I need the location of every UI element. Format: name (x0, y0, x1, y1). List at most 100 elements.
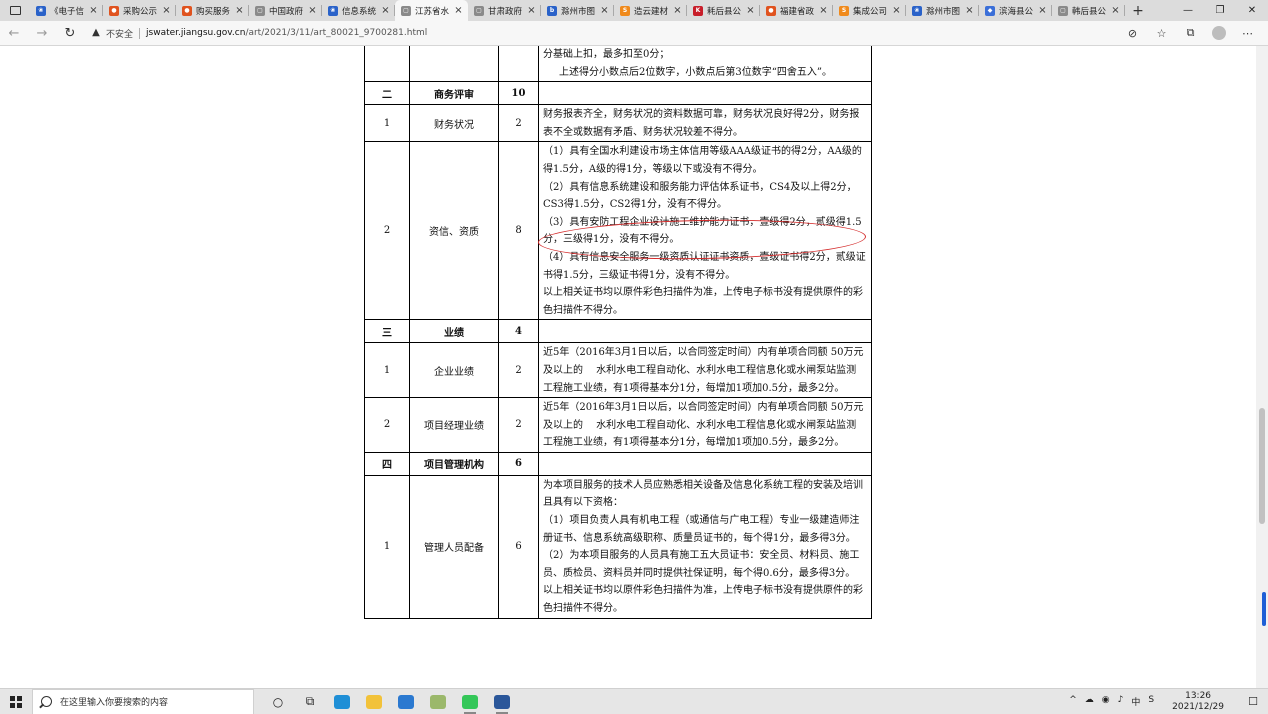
tab-close-icon[interactable]: × (1037, 5, 1048, 16)
favorites-star-icon[interactable]: ☆ (1147, 27, 1176, 40)
tab-close-icon[interactable]: × (818, 5, 829, 16)
browser-tab[interactable]: ● 采购公示 × (103, 0, 176, 21)
security-label[interactable]: 不安全 (106, 27, 133, 40)
tab-close-icon[interactable]: × (672, 5, 683, 16)
tab-close-icon[interactable]: × (745, 5, 756, 16)
back-button[interactable]: ← (0, 26, 28, 41)
tab-close-icon[interactable]: × (599, 5, 610, 16)
tray-icon[interactable]: 中 (1127, 695, 1144, 708)
tray-icon[interactable]: ^ (1065, 695, 1081, 708)
browser-tab[interactable]: ❀ 滁州市图 × (906, 0, 979, 21)
browser-tab[interactable]: ▢ 中国政府 × (249, 0, 322, 21)
description-line: （4）具有信息安全服务一级资质认证证书资质，壹级证书得2分，贰级证书得1.5分，… (543, 251, 866, 281)
row-number: 2 (364, 397, 410, 453)
tab-favicon-icon: ❀ (36, 5, 46, 16)
file-explorer-icon[interactable] (358, 689, 390, 714)
browser-tab[interactable]: ▢ 甘肃政府 × (468, 0, 541, 21)
browser-tab[interactable]: K 耗后县公 × (687, 0, 760, 21)
browser-tab[interactable]: ❀ 信息系统 × (322, 0, 395, 21)
tab-close-icon[interactable]: × (891, 5, 902, 16)
notification-center-icon[interactable]: ☐ (1238, 695, 1268, 708)
tab-favicon-icon: ❀ (912, 5, 922, 16)
word-icon[interactable] (486, 689, 518, 714)
description-line: （1）具有全国水利建设市场主体信用等级AAA级证书的得2分，AA级的得1.5分，… (543, 146, 862, 175)
scrollbar-thumb[interactable] (1259, 408, 1265, 524)
browser-tab[interactable]: b 滁州市图 × (541, 0, 614, 21)
paint-icon-glyph (430, 694, 446, 709)
row-item: 财务状况 (409, 104, 499, 143)
section-header-row: 三业绩 4 (364, 319, 872, 344)
minimize-button[interactable]: — (1172, 0, 1204, 21)
browser-tab[interactable]: ● 购买服务 × (176, 0, 249, 21)
description-line: （2）为本项目服务的人员具有施工五大员证书：安全员、材料员、施工员、质检员、资料… (543, 550, 860, 579)
wechat-icon[interactable] (454, 689, 486, 714)
row-item: 项目经理业绩 (409, 397, 499, 453)
row-number: 1 (364, 342, 410, 399)
mail-icon[interactable] (390, 689, 422, 714)
tab-title: 中国政府 (269, 6, 304, 17)
paint-icon[interactable] (422, 689, 454, 714)
criteria-description: 近5年（2016年3月1日以后，以合同签定时间）内有单项合同额 50万元 及以上… (538, 397, 872, 453)
criteria-description: 分基础上扣，最多扣至0分； 上述得分小数点后2位数字，小数点后第3位数字“四舍五入… (538, 46, 872, 83)
description-line: 以上相关证书均以原件彩色扫描件为准，上传电子标书没有提供原件的彩色扫描件不得分。 (543, 287, 863, 316)
tab-close-icon[interactable]: × (234, 5, 245, 16)
clock-date: 2021/12/29 (1172, 701, 1224, 712)
tab-title: 甘肃政府 (488, 6, 523, 17)
description-line: （2）具有信息系统建设和服务能力评估体系证书，CS4及以上得2分，CS3得1.5… (543, 181, 857, 211)
start-button[interactable] (0, 689, 32, 714)
tab-close-icon[interactable]: × (1110, 5, 1121, 16)
taskbar-search-box[interactable]: 在这里输入你要搜索的内容 (32, 688, 254, 714)
cortana-icon[interactable]: ○ (262, 689, 294, 714)
tab-title: 福建省政 (780, 6, 815, 17)
tab-close-icon[interactable]: × (161, 5, 172, 16)
section-title: 商务评审 (409, 81, 499, 106)
task-view-icon[interactable]: ⧉ (294, 689, 326, 714)
tab-close-icon[interactable]: × (380, 5, 391, 16)
tray-icon[interactable]: ♪ (1114, 695, 1128, 708)
row-number: 1 (364, 104, 410, 143)
tab-title: 集成公司 (853, 6, 888, 17)
browser-tab[interactable]: ▢ 韩后县公 × (1052, 0, 1125, 21)
tray-icon[interactable]: ◉ (1098, 695, 1114, 708)
clock[interactable]: 13:26 2021/12/29 (1158, 691, 1238, 713)
more-menu-icon[interactable]: ⋯ (1233, 27, 1262, 40)
reload-button[interactable]: ↻ (56, 26, 84, 41)
criteria-description: 近5年（2016年3月1日以后，以合同签定时间）内有单项合同额 50万元 及以上… (538, 342, 872, 399)
tab-favicon-icon: K (693, 5, 703, 16)
description-line: （3）具有安防工程企业设计施工维护能力证书，壹级得2分，贰级得1.5分，三级得1… (543, 216, 862, 246)
description-line: 上述得分小数点后2位数字，小数点后第3位数字“四舍五入”。 (559, 66, 832, 78)
criteria-description: 为本项目服务的技术人员应熟悉相关设备及信息化系统工程的安装及培训且具有以下资格：… (538, 474, 872, 619)
section-header-row: 四项目管理机构 6 (364, 451, 872, 476)
tray-icon[interactable]: ☁ (1081, 695, 1098, 708)
browser-tab[interactable]: ◆ 滨海县公 × (979, 0, 1052, 21)
url-text[interactable]: jswater.jiangsu.gov.cn/art/2021/3/11/art… (146, 28, 427, 38)
edge-icon[interactable] (326, 689, 358, 714)
tray-icon[interactable]: S (1144, 695, 1158, 708)
close-window-button[interactable]: ✕ (1236, 0, 1268, 21)
browser-tab[interactable]: ❀ 《电子信 × (30, 0, 103, 21)
warning-icon[interactable]: ▲ (90, 27, 102, 38)
tab-title: 滁州市图 (561, 6, 596, 17)
tab-close-icon[interactable]: × (526, 5, 537, 16)
description-line: 分基础上扣，最多扣至0分； (543, 49, 670, 60)
browser-tab[interactable]: ▢ 江苏省水 × (395, 0, 468, 21)
tab-close-icon[interactable]: × (88, 5, 99, 16)
browser-tab[interactable]: S 造云建材 × (614, 0, 687, 21)
tracking-prevention-icon[interactable]: ⊘ (1118, 27, 1147, 40)
tab-close-icon[interactable]: × (453, 5, 464, 16)
search-icon (41, 696, 52, 707)
tab-title: 江苏省水 (415, 6, 450, 17)
profile-avatar[interactable] (1212, 26, 1226, 40)
address-bar[interactable]: ▲ 不安全 jswater.jiangsu.gov.cn/art/2021/3/… (90, 24, 1118, 42)
browser-tab[interactable]: S 集成公司 × (833, 0, 906, 21)
forward-button[interactable]: → (28, 26, 56, 41)
tab-close-icon[interactable]: × (307, 5, 318, 16)
criteria-description: （1）具有全国水利建设市场主体信用等级AAA级证书的得2分，AA级的得1.5分，… (538, 141, 872, 321)
maximize-button[interactable]: ❐ (1204, 0, 1236, 21)
tab-title: 耗后县公 (707, 6, 742, 17)
tab-actions-button[interactable] (0, 0, 30, 21)
tab-close-icon[interactable]: × (964, 5, 975, 16)
browser-tab[interactable]: ● 福建省政 × (760, 0, 833, 21)
collections-icon[interactable]: ⧉ (1176, 26, 1205, 40)
new-tab-button[interactable]: + (1125, 0, 1151, 21)
